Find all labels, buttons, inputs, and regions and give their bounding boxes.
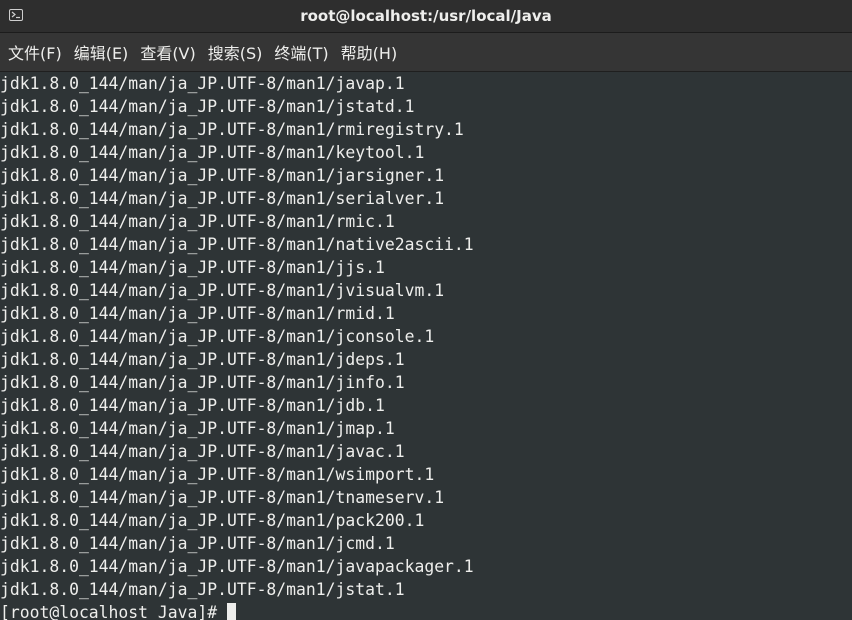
prompt-line[interactable]: [root@localhost Java]# — [0, 601, 474, 620]
output-line: jdk1.8.0_144/man/ja_JP.UTF-8/man1/jdb.1 — [0, 396, 385, 415]
menu-terminal[interactable]: 终端(T) — [268, 33, 334, 72]
menu-help[interactable]: 帮助(H) — [335, 33, 404, 72]
shell-prompt: [root@localhost Java]# — [0, 603, 218, 620]
output-line: jdk1.8.0_144/man/ja_JP.UTF-8/man1/serial… — [0, 189, 445, 208]
output-line: jdk1.8.0_144/man/ja_JP.UTF-8/man1/pack20… — [0, 511, 425, 530]
output-line: jdk1.8.0_144/man/ja_JP.UTF-8/man1/jcmd.1 — [0, 534, 395, 553]
output-line: jdk1.8.0_144/man/ja_JP.UTF-8/man1/jvisua… — [0, 281, 445, 300]
output-line: jdk1.8.0_144/man/ja_JP.UTF-8/man1/wsimpo… — [0, 465, 435, 484]
output-line: jdk1.8.0_144/man/ja_JP.UTF-8/man1/jconso… — [0, 327, 435, 346]
output-line: jdk1.8.0_144/man/ja_JP.UTF-8/man1/keytoo… — [0, 143, 425, 162]
output-line: jdk1.8.0_144/man/ja_JP.UTF-8/man1/jinfo.… — [0, 373, 405, 392]
output-line: jdk1.8.0_144/man/ja_JP.UTF-8/man1/javap.… — [0, 74, 405, 93]
output-line: jdk1.8.0_144/man/ja_JP.UTF-8/man1/tnames… — [0, 488, 445, 507]
output-line: jdk1.8.0_144/man/ja_JP.UTF-8/man1/jstat.… — [0, 580, 405, 599]
output-line: jdk1.8.0_144/man/ja_JP.UTF-8/man1/rmireg… — [0, 120, 464, 139]
output-line: jdk1.8.0_144/man/ja_JP.UTF-8/man1/rmic.1 — [0, 212, 395, 231]
output-line: jdk1.8.0_144/man/ja_JP.UTF-8/man1/jjs.1 — [0, 258, 385, 277]
output-line: jdk1.8.0_144/man/ja_JP.UTF-8/man1/javapa… — [0, 557, 474, 576]
output-line: jdk1.8.0_144/man/ja_JP.UTF-8/man1/native… — [0, 235, 474, 254]
terminal-window: root@localhost:/usr/local/Java 文件(F) 编辑(… — [0, 0, 852, 620]
menu-bar: 文件(F) 编辑(E) 查看(V) 搜索(S) 终端(T) 帮助(H) — [0, 33, 852, 72]
output-line: jdk1.8.0_144/man/ja_JP.UTF-8/man1/javac.… — [0, 442, 405, 461]
menu-file[interactable]: 文件(F) — [2, 33, 68, 72]
output-line: jdk1.8.0_144/man/ja_JP.UTF-8/man1/jarsig… — [0, 166, 445, 185]
output-line: jdk1.8.0_144/man/ja_JP.UTF-8/man1/jdeps.… — [0, 350, 405, 369]
menu-view[interactable]: 查看(V) — [134, 33, 201, 72]
menu-edit[interactable]: 编辑(E) — [68, 33, 135, 72]
output-line: jdk1.8.0_144/man/ja_JP.UTF-8/man1/jmap.1 — [0, 419, 395, 438]
text-cursor — [227, 603, 237, 620]
title-bar[interactable]: root@localhost:/usr/local/Java — [0, 0, 852, 33]
window-title: root@localhost:/usr/local/Java — [300, 7, 552, 25]
terminal-output[interactable]: jdk1.8.0_144/man/ja_JP.UTF-8/man1/javap.… — [0, 72, 852, 620]
output-lines: jdk1.8.0_144/man/ja_JP.UTF-8/man1/javap.… — [0, 72, 474, 620]
output-line: jdk1.8.0_144/man/ja_JP.UTF-8/man1/rmid.1 — [0, 304, 395, 323]
menu-search[interactable]: 搜索(S) — [202, 33, 269, 72]
output-line: jdk1.8.0_144/man/ja_JP.UTF-8/man1/jstatd… — [0, 97, 415, 116]
